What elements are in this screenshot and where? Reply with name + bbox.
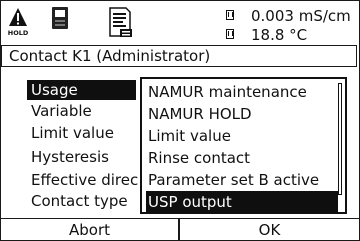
ok-button[interactable]: OK (180, 218, 359, 240)
setting-label: Usage (27, 80, 136, 100)
dropdown-option-namur-maintenance[interactable]: NAMUR maintenance (148, 81, 307, 103)
sensor-icon (52, 7, 68, 29)
setting-label: Limit value (31, 124, 114, 142)
channel-indicator-icon (226, 10, 234, 20)
setting-usage[interactable]: Usage (27, 80, 136, 101)
setting-label: Variable (31, 102, 92, 120)
device-screen: HOLD 0.003 mS/cm 18.8 °C Contact K1 (Adm… (0, 0, 360, 241)
setting-hysteresis[interactable]: Hysteresis (27, 147, 109, 168)
abort-button[interactable]: Abort (1, 218, 178, 240)
dropdown-option-rinse-contact[interactable]: Rinse contact (148, 147, 250, 169)
dropdown-option-usp-output[interactable]: USP output (146, 191, 338, 213)
hold-badge: HOLD (8, 29, 28, 37)
setting-contact-type[interactable]: Contact type (27, 191, 128, 212)
setting-label: Hysteresis (31, 148, 109, 166)
documentation-icon (109, 7, 132, 37)
softkey-bar: Abort OK (1, 218, 359, 240)
channel-indicator-icon (226, 29, 234, 39)
menu-title-bar: Contact K1 (Administrator) (1, 45, 357, 67)
dropdown-option-parameter-set-b[interactable]: Parameter set B active (148, 169, 319, 191)
menu-title: Contact K1 (Administrator) (9, 47, 211, 65)
dropdown-option-limit-value[interactable]: Limit value (148, 125, 231, 147)
usage-dropdown[interactable]: NAMUR maintenance NAMUR HOLD Limit value… (140, 77, 347, 214)
setting-limit-value[interactable]: Limit value (27, 123, 114, 144)
setting-label: Contact type (31, 192, 128, 210)
dropdown-option-namur-hold[interactable]: NAMUR HOLD (148, 103, 252, 125)
dropdown-scrollbar[interactable] (338, 83, 342, 195)
temperature-reading: 18.8 °C (251, 26, 308, 44)
warning-hold-icon: HOLD (8, 8, 28, 37)
setting-variable[interactable]: Variable (27, 101, 92, 122)
setting-effective-direction[interactable]: Effective direc (27, 170, 138, 191)
conductivity-reading: 0.003 mS/cm (251, 7, 351, 25)
status-bar: HOLD 0.003 mS/cm 18.8 °C (1, 1, 359, 44)
setting-label: Effective direc (31, 171, 139, 189)
